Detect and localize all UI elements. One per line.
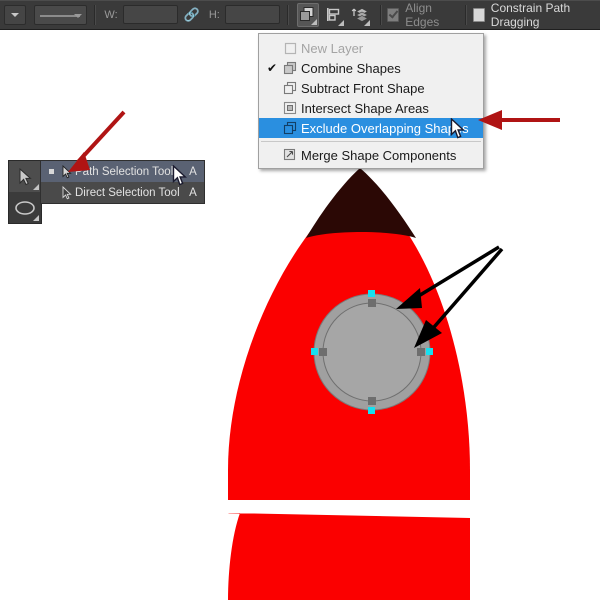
stroke-options-dropdown[interactable] xyxy=(34,4,87,25)
rocket-lower-body xyxy=(228,513,470,600)
menu-item-label: Exclude Overlapping Shapes xyxy=(301,120,469,136)
path-arrangement-button[interactable] xyxy=(349,3,371,27)
menu-item-combine-shapes[interactable]: ✔ Combine Shapes xyxy=(259,58,483,78)
caret-down-icon xyxy=(11,12,20,17)
menu-item-label: Merge Shape Components xyxy=(301,147,457,163)
checkbox-box xyxy=(387,7,400,22)
mini-caret-icon xyxy=(310,18,317,25)
ellipse-tool-icon xyxy=(15,200,35,215)
new-layer-icon xyxy=(279,42,301,55)
mini-caret-icon xyxy=(363,19,370,26)
handle-bottom[interactable] xyxy=(368,407,375,414)
flyout-shortcut: A xyxy=(189,165,197,178)
anchor-left[interactable] xyxy=(319,348,327,356)
flyout-label: Direct Selection Tool xyxy=(75,186,180,199)
toolbar-divider-2 xyxy=(286,4,288,25)
check-icon xyxy=(389,7,399,19)
rocket-nose-cone xyxy=(306,168,416,238)
mini-caret-icon xyxy=(337,19,344,26)
link-chain-icon[interactable]: 🔗 xyxy=(184,8,200,21)
tool-preset-picker[interactable] xyxy=(4,4,27,25)
direct-selection-arrow-icon xyxy=(57,185,75,200)
tool-palette xyxy=(8,160,42,224)
path-operations-button[interactable] xyxy=(296,2,319,27)
toolbar-divider-4 xyxy=(464,4,466,25)
anchor-bottom[interactable] xyxy=(368,397,376,405)
menu-item-label: Subtract Front Shape xyxy=(301,80,425,96)
merge-shape-components-icon xyxy=(279,148,301,162)
menu-item-subtract-front-shape[interactable]: Subtract Front Shape xyxy=(259,78,483,98)
path-selection-arrow-icon xyxy=(57,164,75,179)
path-selection-tool-button[interactable] xyxy=(9,161,41,192)
porthole-inner-ring[interactable] xyxy=(322,302,422,402)
flyout-label: Path Selection Tool xyxy=(75,165,174,178)
mini-caret-icon xyxy=(33,184,39,190)
height-label: H: xyxy=(208,8,220,21)
mouse-cursor-on-flyout xyxy=(172,164,188,192)
menu-item-merge-shape-components[interactable]: Merge Shape Components xyxy=(259,145,483,165)
anchor-right[interactable] xyxy=(417,348,425,356)
check-icon: ✔ xyxy=(266,61,278,75)
handle-right[interactable] xyxy=(426,348,433,355)
current-tool-marker xyxy=(45,169,57,174)
combine-shapes-icon xyxy=(279,61,301,75)
intersect-shape-areas-icon xyxy=(279,101,301,115)
path-operations-menu: New Layer ✔ Combine Shapes Subtract Fron… xyxy=(258,33,484,169)
menu-item-label: New Layer xyxy=(301,40,364,56)
width-input[interactable] xyxy=(122,5,178,24)
checkbox-box xyxy=(472,7,485,22)
constrain-path-dragging-checkbox[interactable]: Constrain Path Dragging xyxy=(472,0,600,29)
path-alignment-button[interactable] xyxy=(323,3,345,27)
mini-caret-icon xyxy=(33,215,39,221)
subtract-front-shape-icon xyxy=(279,81,301,95)
menu-divider xyxy=(261,141,481,142)
handle-left[interactable] xyxy=(311,348,318,355)
align-edges-label: Align Edges xyxy=(405,0,440,29)
width-label: W: xyxy=(104,8,118,21)
menu-item-intersect-shape-areas[interactable]: Intersect Shape Areas xyxy=(259,98,483,118)
toolbar-divider-1 xyxy=(93,4,95,25)
mouse-cursor-on-menu xyxy=(450,117,466,145)
height-input[interactable] xyxy=(224,5,280,24)
ellipse-tool-button[interactable] xyxy=(9,192,41,223)
exclude-overlapping-shapes-icon xyxy=(279,121,301,135)
path-selection-tool-icon xyxy=(19,167,32,185)
flyout-shortcut: A xyxy=(189,186,197,199)
menu-item-label: Intersect Shape Areas xyxy=(301,100,429,116)
toolbar-divider-3 xyxy=(379,4,381,25)
menu-item-new-layer[interactable]: New Layer xyxy=(259,38,483,58)
chevron-down-icon xyxy=(73,13,82,18)
handle-top[interactable] xyxy=(368,290,375,297)
options-bar: W: 🔗 H: Align Edges Constrain Path Dragg… xyxy=(0,0,600,30)
align-edges-checkbox[interactable]: Align Edges xyxy=(387,1,458,29)
menu-item-label: Combine Shapes xyxy=(301,60,401,76)
constrain-path-dragging-label: Constrain Path Dragging xyxy=(490,0,571,29)
anchor-top[interactable] xyxy=(368,299,376,307)
